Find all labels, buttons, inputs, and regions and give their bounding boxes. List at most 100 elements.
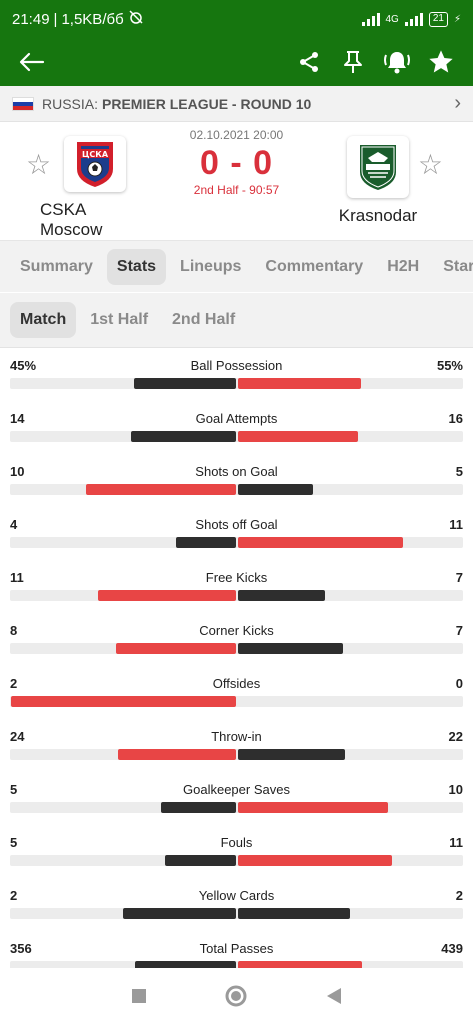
krasnodar-logo bbox=[347, 136, 409, 198]
subtab-2nd-half[interactable]: 2nd Half bbox=[162, 302, 245, 338]
stat-home-value: 2 bbox=[10, 676, 18, 691]
stat-away-value: 2 bbox=[455, 888, 463, 903]
network-type: 4G bbox=[385, 13, 399, 25]
stat-bar bbox=[10, 378, 463, 389]
stat-away-bar bbox=[237, 484, 313, 495]
league-name: PREMIER LEAGUE - ROUND 10 bbox=[102, 95, 312, 112]
star-filled-icon bbox=[429, 50, 453, 73]
stat-name: Yellow Cards bbox=[198, 888, 275, 903]
pin-button[interactable] bbox=[331, 40, 375, 84]
stat-away-value: 55% bbox=[436, 358, 463, 373]
square-icon bbox=[131, 989, 146, 1003]
russia-flag-icon bbox=[12, 96, 34, 111]
status-bar: 21:49 | 1,5KB/бб 4G 21 ⚡ bbox=[0, 0, 473, 38]
chevron-right-icon: › bbox=[454, 92, 461, 114]
share-icon bbox=[300, 52, 318, 72]
stat-away-bar bbox=[237, 590, 325, 601]
stat-away-bar bbox=[237, 855, 393, 866]
pin-icon bbox=[344, 51, 362, 73]
stat-home-value: 4 bbox=[10, 517, 18, 532]
separator: | bbox=[53, 10, 58, 28]
match-status: 2nd Half - 90:57 bbox=[193, 183, 280, 197]
stat-away-bar bbox=[237, 961, 362, 968]
home-favorite-star-icon[interactable]: ☆ bbox=[26, 148, 51, 181]
stat-name: Offsides bbox=[212, 676, 261, 691]
stat-home-bar bbox=[115, 643, 236, 654]
svg-text:ЦСКА: ЦСКА bbox=[82, 150, 109, 159]
stat-row: 24 Throw-in 22 bbox=[0, 719, 473, 772]
stat-away-value: 11 bbox=[449, 517, 463, 532]
stat-away-value: 16 bbox=[448, 411, 463, 426]
stat-row: 14 Goal Attempts 16 bbox=[0, 401, 473, 454]
stat-away-bar bbox=[237, 908, 350, 919]
league-header[interactable]: RUSSIA: PREMIER LEAGUE - ROUND 10 › bbox=[0, 86, 473, 122]
stat-home-value: 24 bbox=[10, 729, 25, 744]
stat-bar bbox=[10, 908, 463, 919]
stat-bar bbox=[10, 855, 463, 866]
match-score: 0 - 0 bbox=[199, 144, 274, 182]
clock: 21:49 bbox=[12, 10, 50, 28]
stat-away-value: 7 bbox=[455, 623, 463, 638]
home-team[interactable]: ☆ ЦСКА CSKA Moscow bbox=[0, 122, 150, 240]
share-button[interactable] bbox=[287, 40, 331, 84]
stat-home-bar bbox=[98, 590, 236, 601]
stat-name: Total Passes bbox=[199, 941, 274, 956]
alarm-off-icon bbox=[128, 9, 144, 29]
stat-away-value: 22 bbox=[448, 729, 463, 744]
stats-list[interactable]: 45% Ball Possession 55% 14 Goal Attempts 16 10… bbox=[0, 348, 473, 968]
stat-home-bar bbox=[85, 484, 236, 495]
bell-ringing-icon bbox=[384, 52, 410, 74]
system-nav-bar bbox=[0, 968, 473, 1024]
app-bar bbox=[0, 38, 473, 86]
tab-summary[interactable]: Summary bbox=[10, 249, 103, 285]
stat-row: 2 Yellow Cards 2 bbox=[0, 878, 473, 931]
stat-bar bbox=[10, 537, 463, 548]
stat-home-value: 356 bbox=[10, 941, 32, 956]
stat-name: Shots off Goal bbox=[195, 517, 278, 532]
stat-bar bbox=[10, 431, 463, 442]
stat-home-bar bbox=[175, 537, 236, 548]
stat-home-bar bbox=[10, 696, 236, 707]
stat-home-bar bbox=[123, 908, 236, 919]
recent-apps-button[interactable] bbox=[124, 981, 154, 1011]
subtab-1st-half[interactable]: 1st Half bbox=[80, 302, 158, 338]
league-country: RUSSIA: bbox=[42, 95, 99, 112]
away-favorite-star-icon[interactable]: ☆ bbox=[418, 148, 443, 181]
home-button[interactable] bbox=[221, 981, 251, 1011]
stat-home-value: 5 bbox=[10, 782, 18, 797]
notifications-button[interactable] bbox=[375, 40, 419, 84]
stat-row: 11 Free Kicks 7 bbox=[0, 560, 473, 613]
stat-name: Shots on Goal bbox=[195, 464, 278, 479]
back-nav-button[interactable] bbox=[319, 981, 349, 1011]
favorite-button[interactable] bbox=[419, 40, 463, 84]
stat-bar bbox=[10, 484, 463, 495]
subtab-match[interactable]: Match bbox=[10, 302, 77, 338]
score-center: 02.10.2021 20:00 0 - 0 2nd Half - 90:57 bbox=[150, 122, 323, 240]
stat-row: 4 Shots off Goal 11 bbox=[0, 507, 473, 560]
stat-home-bar bbox=[165, 855, 236, 866]
stat-away-bar bbox=[237, 802, 388, 813]
stat-away-value: 439 bbox=[441, 941, 463, 956]
tab-h2h[interactable]: H2H bbox=[377, 249, 429, 285]
stat-home-bar bbox=[130, 431, 236, 442]
tab-lineups[interactable]: Lineups bbox=[170, 249, 251, 285]
charging-icon: ⚡ bbox=[453, 13, 461, 25]
stat-home-value: 5 bbox=[10, 835, 18, 850]
cska-logo: ЦСКА bbox=[64, 136, 126, 192]
tab-commentary[interactable]: Commentary bbox=[255, 249, 373, 285]
battery-icon: 21 bbox=[428, 11, 448, 27]
tab-stats[interactable]: Stats bbox=[106, 248, 167, 285]
back-button[interactable] bbox=[10, 40, 54, 84]
stat-name: Corner Kicks bbox=[199, 623, 274, 638]
stat-home-bar bbox=[134, 961, 236, 968]
stat-row: 8 Corner Kicks 7 bbox=[0, 613, 473, 666]
tab-standings[interactable]: Star bbox=[433, 249, 473, 285]
back-arrow-icon bbox=[19, 52, 45, 72]
away-team[interactable]: Krasnodar ☆ bbox=[323, 122, 473, 240]
stat-home-bar bbox=[134, 378, 236, 389]
triangle-back-icon bbox=[327, 988, 342, 1004]
home-team-name: CSKA Moscow bbox=[40, 200, 103, 239]
stat-away-value: 7 bbox=[455, 570, 463, 585]
stat-row: 10 Shots on Goal 5 bbox=[0, 454, 473, 507]
match-date: 02.10.2021 20:00 bbox=[189, 128, 284, 142]
